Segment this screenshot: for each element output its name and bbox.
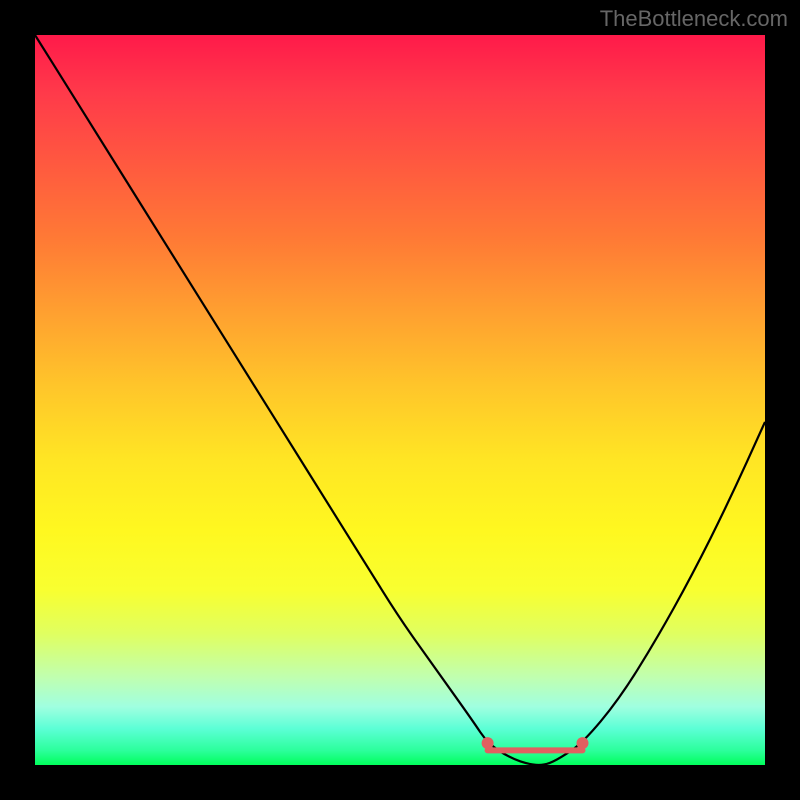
- chart-svg: [35, 35, 765, 765]
- valley-dot: [482, 737, 494, 749]
- attribution-text: TheBottleneck.com: [600, 6, 788, 32]
- bottleneck-curve: [35, 35, 765, 765]
- valley-dot: [577, 737, 589, 749]
- chart-plot-area: [35, 35, 765, 765]
- valley-dots: [482, 737, 589, 749]
